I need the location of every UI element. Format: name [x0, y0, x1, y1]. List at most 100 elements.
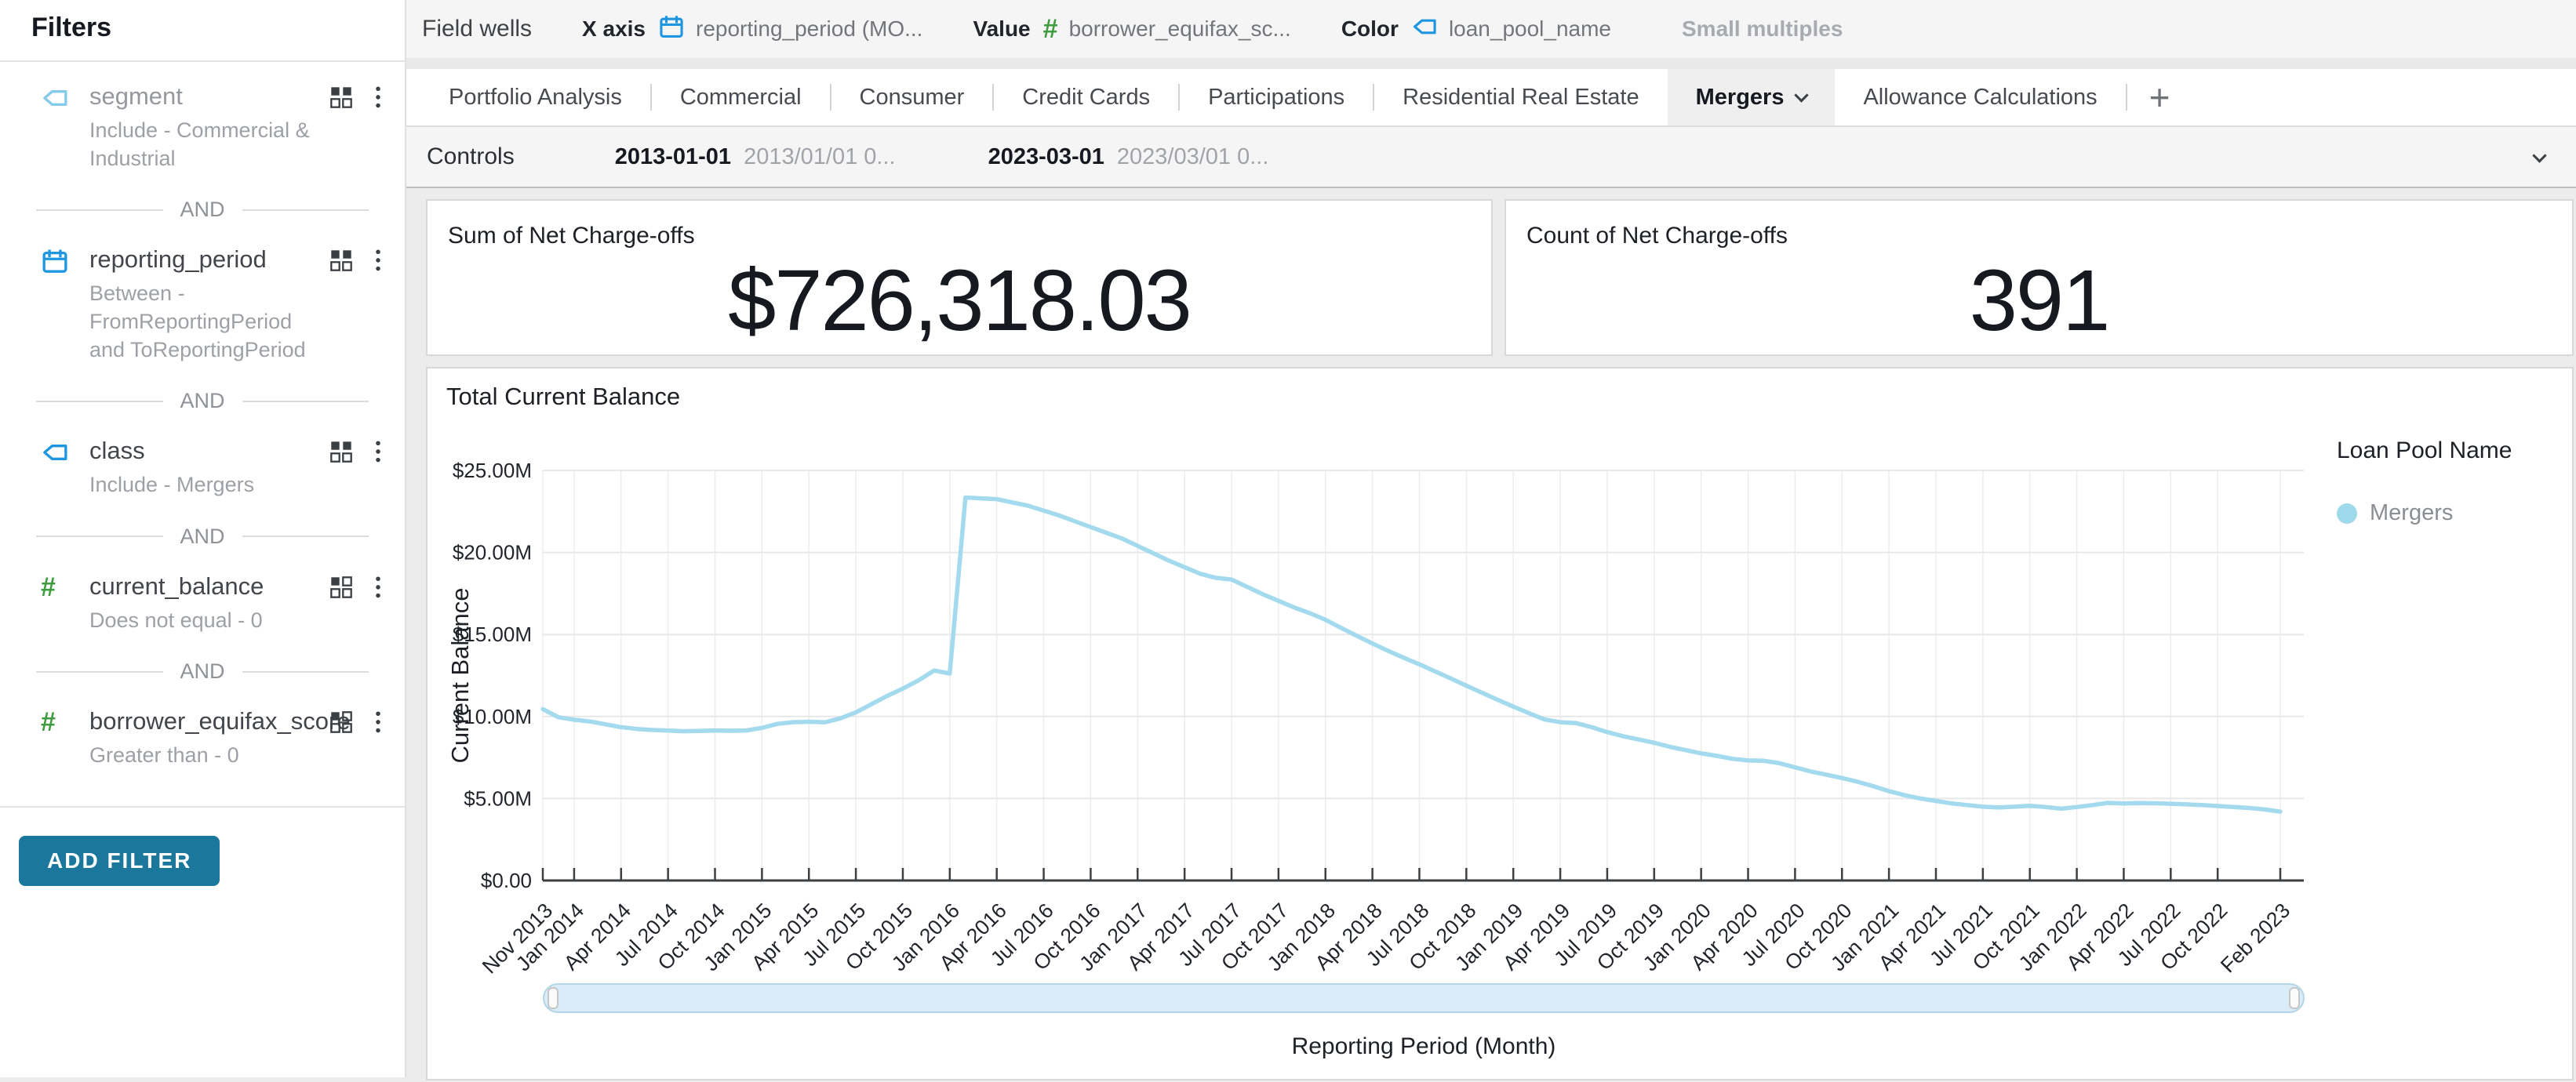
- filter-menu-kebab-icon[interactable]: [373, 710, 383, 735]
- value-well-value: borrower_equifax_sc...: [1069, 16, 1291, 42]
- field-well-x-axis[interactable]: X axis reporting_period (MO...: [582, 13, 922, 45]
- line-chart-svg: $0.00$5.00M$10.00M$15.00M$20.00M$25.00MN…: [428, 369, 2575, 1082]
- tab-participations[interactable]: Participations: [1180, 69, 1373, 125]
- filter-menu-kebab-icon[interactable]: [373, 249, 383, 274]
- tab-credit-cards[interactable]: Credit Cards: [994, 69, 1178, 125]
- legend-label: Mergers: [2370, 500, 2453, 526]
- dimension-tag-icon: [41, 438, 69, 470]
- bar-divider: [406, 58, 2576, 69]
- kpi-card-sum-net-charge-offs[interactable]: Sum of Net Charge-offs $726,318.03: [426, 199, 1493, 356]
- field-wells-title: Field wells: [422, 16, 532, 42]
- tab-commercial[interactable]: Commercial: [652, 69, 830, 125]
- filters-panel: Filters segment Include - Commercial & I…: [0, 0, 406, 1077]
- filter-scope-grid-icon[interactable]: [329, 249, 353, 272]
- calendar-icon: [41, 247, 69, 279]
- legend-item-mergers[interactable]: Mergers: [2337, 500, 2512, 526]
- filter-list: segment Include - Commercial & Industria…: [0, 62, 405, 773]
- slider-left-handle[interactable]: [548, 987, 558, 1009]
- y-tick-label: $20.00M: [453, 541, 532, 565]
- tab-consumer[interactable]: Consumer: [831, 69, 993, 125]
- slider-right-handle[interactable]: [2289, 987, 2300, 1009]
- filter-condition: Include - Mergers: [89, 471, 329, 499]
- filter-scope-grid-icon[interactable]: [329, 440, 353, 463]
- chart-legend: Loan Pool Name Mergers: [2337, 438, 2512, 526]
- filter-field-name: segment: [89, 82, 329, 111]
- x-axis-well-value: reporting_period (MO...: [696, 16, 922, 42]
- y-tick-label: $0.00: [481, 869, 532, 892]
- legend-dot-icon: [2337, 503, 2357, 524]
- color-well-label: Color: [1341, 16, 1399, 42]
- kpi-title: Count of Net Charge-offs: [1506, 201, 2572, 249]
- dashboard-content: Sum of Net Charge-offs $726,318.03 Count…: [406, 188, 2576, 1077]
- filter-field-name: borrower_equifax_score: [89, 707, 329, 735]
- from-datetime-value: 2013/01/01 0...: [744, 144, 896, 170]
- add-filter-button[interactable]: ADD FILTER: [19, 836, 220, 886]
- filter-scope-grid-icon[interactable]: [329, 575, 353, 599]
- filter-item-reporting_period[interactable]: reporting_period Between - FromReporting…: [0, 225, 405, 367]
- kpi-card-count-net-charge-offs[interactable]: Count of Net Charge-offs 391: [1504, 199, 2574, 356]
- filter-item-class[interactable]: class Include - Mergers: [0, 416, 405, 503]
- filter-condition: Does not equal - 0: [89, 607, 329, 635]
- panel-divider: [0, 806, 405, 808]
- filter-item-current_balance[interactable]: # current_balance Does not equal - 0: [0, 552, 405, 638]
- tab-residential-real-estate[interactable]: Residential Real Estate: [1374, 69, 1667, 125]
- small-multiples-well[interactable]: Small multiples: [1682, 16, 1843, 42]
- field-well-color[interactable]: Color loan_pool_name: [1341, 13, 1611, 45]
- y-axis-title: Current Balance: [446, 587, 474, 763]
- filter-menu-kebab-icon[interactable]: [373, 440, 383, 465]
- filter-menu-kebab-icon[interactable]: [373, 85, 383, 111]
- field-well-value[interactable]: Value # borrower_equifax_sc...: [973, 14, 1290, 45]
- tab-allowance-calculations[interactable]: Allowance Calculations: [1835, 69, 2125, 125]
- filters-title: Filters: [0, 0, 405, 62]
- x-axis-range-slider[interactable]: [543, 983, 2305, 1013]
- from-date-control[interactable]: 2013-01-01 2013/01/01 0...: [615, 144, 896, 170]
- filter-and-separator: AND: [36, 198, 369, 222]
- filter-field-name: current_balance: [89, 572, 329, 601]
- filter-and-separator: AND: [36, 389, 369, 413]
- filter-condition: Include - Commercial & Industrial: [89, 117, 329, 172]
- filter-field-name: class: [89, 437, 329, 465]
- filter-item-segment[interactable]: segment Include - Commercial & Industria…: [0, 62, 405, 176]
- x-axis-well-label: X axis: [582, 16, 646, 42]
- filter-scope-grid-icon[interactable]: [329, 710, 353, 734]
- filter-field-name: reporting_period: [89, 245, 329, 274]
- y-tick-label: $5.00M: [464, 786, 532, 810]
- tab-chevron-down-icon[interactable]: [1795, 88, 1809, 102]
- filter-item-borrower_equifax_score[interactable]: # borrower_equifax_score Greater than - …: [0, 687, 405, 773]
- measure-hash-icon: #: [41, 709, 69, 735]
- to-date-control[interactable]: 2023-03-01 2023/03/01 0...: [988, 144, 1269, 170]
- filter-condition: Between - FromReportingPeriod and ToRepo…: [89, 280, 329, 364]
- dimension-tag-icon: [41, 84, 69, 116]
- dimension-tag-icon: [1411, 13, 1438, 45]
- y-tick-label: $25.00M: [453, 459, 532, 482]
- filter-menu-kebab-icon[interactable]: [373, 575, 383, 601]
- tab-separator: [2126, 84, 2127, 111]
- line-chart-card[interactable]: $0.00$5.00M$10.00M$15.00M$20.00M$25.00MN…: [426, 367, 2574, 1080]
- kpi-value: 391: [1506, 251, 2572, 350]
- to-date-value: 2023-03-01: [988, 144, 1104, 170]
- sheet-tabs-bar: Portfolio AnalysisCommercialConsumerCred…: [406, 69, 2576, 127]
- tab-mergers[interactable]: Mergers: [1668, 69, 1836, 125]
- kpi-row: Sum of Net Charge-offs $726,318.03 Count…: [426, 199, 2574, 356]
- to-datetime-value: 2023/03/01 0...: [1117, 144, 1269, 170]
- x-axis-title: Reporting Period (Month): [543, 1033, 2305, 1060]
- calendar-icon: [658, 13, 685, 45]
- tab-portfolio-analysis[interactable]: Portfolio Analysis: [420, 69, 650, 125]
- kpi-value: $726,318.03: [428, 251, 1491, 350]
- kpi-title: Sum of Net Charge-offs: [428, 201, 1491, 249]
- controls-collapse-chevron-icon[interactable]: [2532, 148, 2546, 162]
- controls-title: Controls: [427, 143, 515, 170]
- chart-title: Total Current Balance: [446, 383, 680, 411]
- filter-scope-grid-icon[interactable]: [329, 85, 353, 109]
- from-date-value: 2013-01-01: [615, 144, 731, 170]
- x-tick-label: Feb 2023: [2216, 899, 2294, 977]
- filter-and-separator: AND: [36, 525, 369, 549]
- value-well-label: Value: [973, 16, 1030, 42]
- add-sheet-plus-icon[interactable]: +: [2149, 79, 2170, 115]
- measure-hash-icon: #: [1043, 14, 1058, 45]
- legend-title: Loan Pool Name: [2337, 438, 2512, 464]
- main-area: Field wells X axis reporting_period (MO.…: [406, 0, 2576, 1077]
- filter-and-separator: AND: [36, 659, 369, 684]
- field-wells-bar: Field wells X axis reporting_period (MO.…: [406, 0, 2576, 58]
- filter-condition: Greater than - 0: [89, 742, 329, 770]
